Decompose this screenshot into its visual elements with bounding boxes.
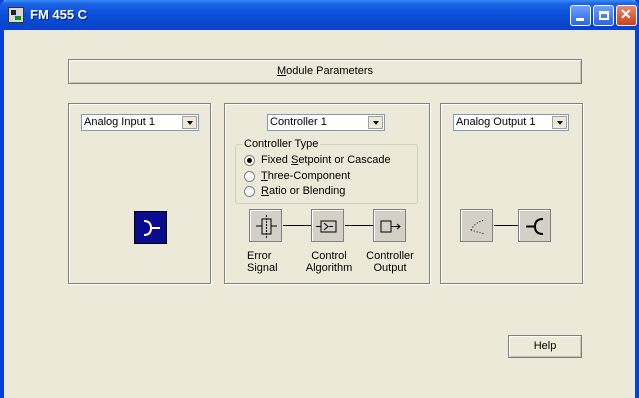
output-ramp-block[interactable]	[460, 209, 493, 242]
ramp-curve-icon	[470, 219, 486, 235]
radio-label: Ratio or Blending	[261, 185, 346, 197]
dropdown-arrow-icon[interactable]	[368, 116, 383, 129]
window-title: FM 455 C	[30, 7, 88, 22]
title-bar[interactable]: FM 455 C ✕	[0, 0, 639, 30]
controller-output-icon	[380, 220, 401, 233]
controller-output-caption: Controller Output	[366, 250, 414, 274]
radio-three-component[interactable]: Three-Component	[244, 169, 350, 183]
analog-input-select-value: Analog Input 1	[84, 116, 155, 128]
control-algorithm-block[interactable]	[311, 209, 344, 242]
analog-input-block-icon[interactable]	[134, 211, 167, 244]
analog-input-select[interactable]: Analog Input 1	[81, 114, 199, 131]
connector-line	[283, 225, 311, 226]
radio-icon[interactable]	[244, 185, 255, 197]
maximize-icon	[599, 11, 609, 20]
radio-icon[interactable]	[244, 170, 255, 182]
analog-output-select[interactable]: Analog Output 1	[453, 114, 569, 131]
client-area: Module Parameters Analog Input 1 Control…	[4, 30, 635, 398]
control-algorithm-icon	[316, 220, 337, 233]
analog-output-select-value: Analog Output 1	[456, 116, 536, 128]
error-signal-icon	[256, 215, 277, 238]
connector-line	[494, 225, 518, 226]
radio-ratio-blending[interactable]: Ratio or Blending	[244, 184, 345, 198]
analog-output-panel: Analog Output 1	[440, 103, 583, 284]
minimize-button[interactable]	[570, 5, 591, 26]
radio-label: Three-Component	[261, 170, 351, 182]
close-button[interactable]: ✕	[616, 5, 637, 26]
controller-type-label: Controller Type	[242, 138, 321, 150]
controller-panel: Controller 1 Controller Type Fixed Setpo…	[224, 103, 430, 284]
error-signal-block[interactable]	[249, 209, 282, 242]
main-window: FM 455 C ✕ Module Parameters Analog Inpu…	[0, 0, 639, 398]
close-icon: ✕	[620, 6, 632, 22]
controller-output-block[interactable]	[373, 209, 406, 242]
help-button[interactable]: Help	[508, 335, 582, 358]
dropdown-arrow-icon[interactable]	[182, 116, 197, 129]
module-parameters-button[interactable]: Module Parameters	[68, 59, 582, 84]
analog-output-icon	[526, 218, 544, 235]
controller-type-group: Controller Type Fixed Setpoint or Cascad…	[235, 138, 418, 204]
app-icon	[8, 7, 24, 23]
radio-fixed-setpoint[interactable]: Fixed Setpoint or Cascade	[244, 153, 391, 167]
dropdown-arrow-icon[interactable]	[552, 116, 567, 129]
maximize-button[interactable]	[593, 5, 614, 26]
minimize-icon	[576, 18, 584, 21]
analog-output-block[interactable]	[518, 209, 551, 242]
control-algorithm-caption: Control Algorithm	[305, 250, 353, 274]
error-signal-caption: Error Signal	[247, 250, 278, 274]
analog-input-panel: Analog Input 1	[68, 103, 211, 284]
controller-select-value: Controller 1	[270, 116, 327, 128]
radio-label: Fixed Setpoint or Cascade	[261, 154, 391, 166]
radio-selected-icon[interactable]	[244, 154, 255, 166]
connector-line	[345, 225, 373, 226]
controller-select[interactable]: Controller 1	[267, 114, 385, 131]
